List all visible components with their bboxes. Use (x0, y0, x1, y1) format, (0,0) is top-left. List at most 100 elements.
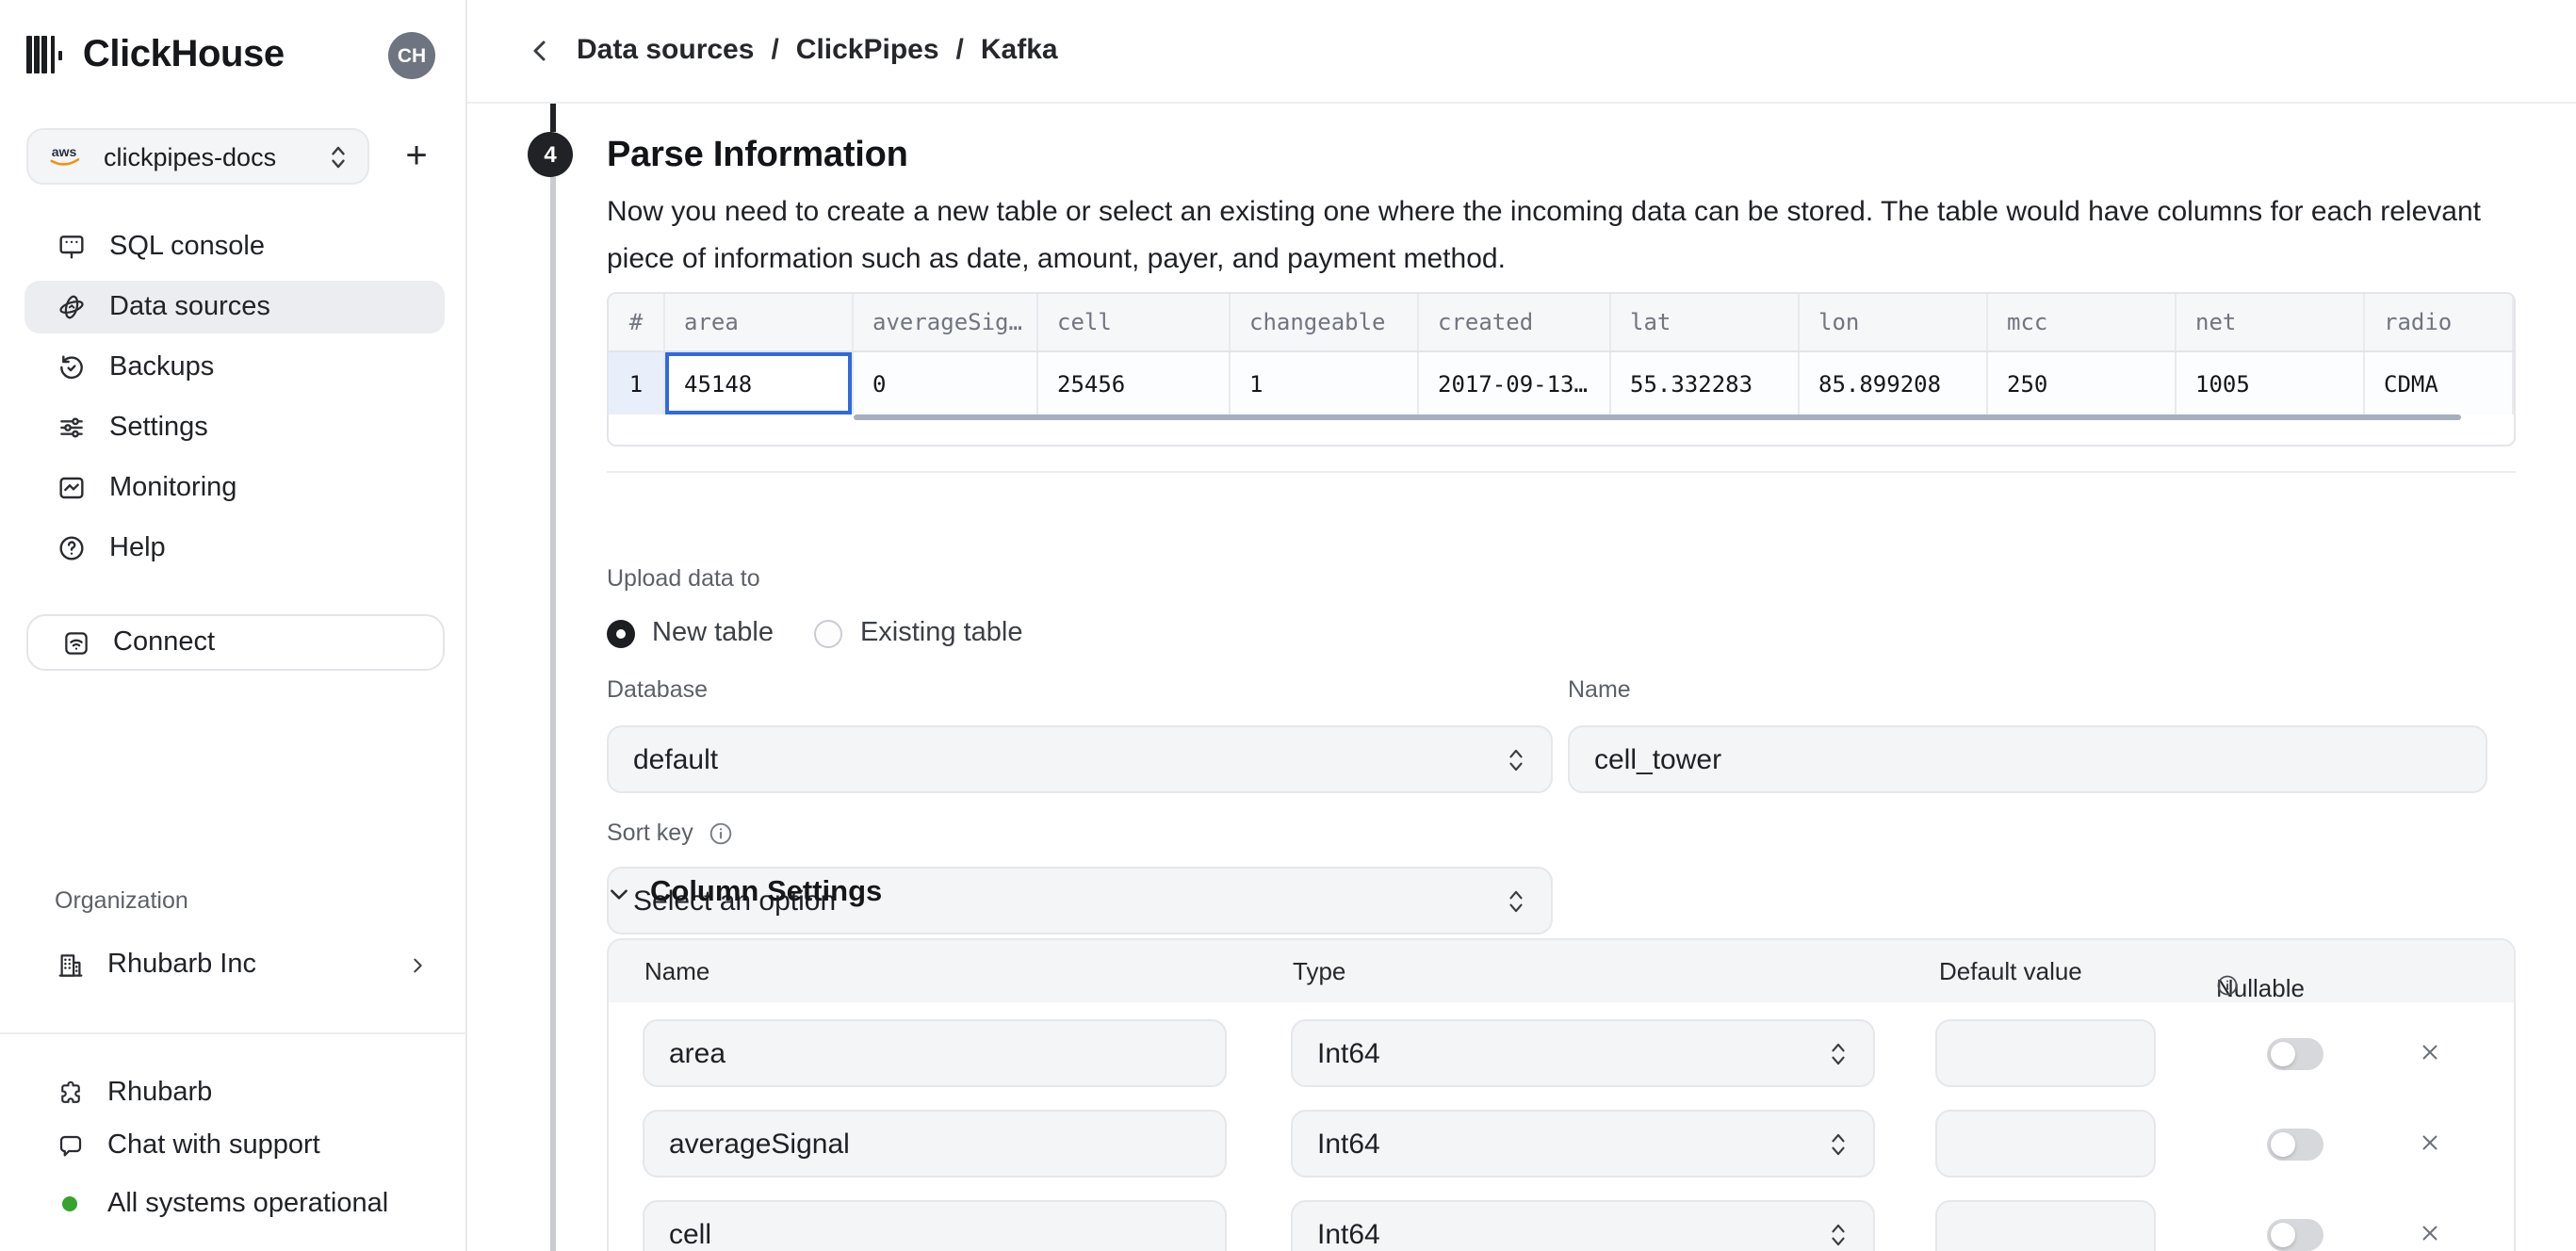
toggle-knob (2271, 1223, 2295, 1247)
sidebar-item-label: Help (109, 533, 166, 563)
clickhouse-logo-icon (26, 36, 66, 73)
service-selector[interactable]: aws clickpipes-docs (26, 128, 369, 185)
help-icon (57, 533, 87, 563)
database-select[interactable]: default (607, 725, 1553, 793)
radio-selected-icon (607, 619, 635, 647)
cell-cell[interactable]: 25456 (1038, 352, 1231, 414)
cell-averagesignal[interactable]: 0 (854, 352, 1038, 414)
column-row-cell: cell Int64 (609, 1200, 2514, 1251)
column-header-averagesignal[interactable]: averageSig… (854, 294, 1038, 350)
connect-button[interactable]: Connect (26, 614, 445, 671)
sidebar-item-rhubarb[interactable]: Rhubarb (24, 1066, 445, 1119)
toggle-knob (2271, 1042, 2295, 1066)
column-header-mcc[interactable]: mcc (1988, 294, 2177, 350)
remove-column-icon[interactable] (2418, 1221, 2442, 1245)
sidebar-item-label: SQL console (109, 232, 265, 262)
column-type-select[interactable]: Int64 (1291, 1110, 1875, 1178)
cell-created[interactable]: 2017-09-13… (1419, 352, 1611, 414)
breadcrumb-clickpipes[interactable]: ClickPipes (796, 34, 939, 66)
column-name-input[interactable]: cell (643, 1200, 1227, 1251)
column-type-select[interactable]: Int64 (1291, 1200, 1875, 1251)
column-type-select[interactable]: Int64 (1291, 1019, 1875, 1087)
sidebar-item-monitoring[interactable]: Monitoring (24, 462, 445, 514)
column-settings-title: Column Settings (650, 876, 882, 910)
column-default-input[interactable] (1935, 1110, 2156, 1178)
cell-area-selected[interactable]: 45148 (665, 352, 854, 414)
cell-net[interactable]: 1005 (2177, 352, 2365, 414)
remove-column-icon[interactable] (2418, 1130, 2442, 1155)
sidebar-item-label: Monitoring (109, 473, 236, 503)
chevron-right-icon (407, 954, 428, 975)
horizontal-scrollbar[interactable] (854, 414, 2461, 420)
column-header-created[interactable]: created (1419, 294, 1611, 350)
column-row-area: area Int64 (609, 1019, 2514, 1087)
column-name-input[interactable]: area (643, 1019, 1227, 1087)
cell-lat[interactable]: 55.332283 (1611, 352, 1800, 414)
integrations-puzzle-icon (57, 1079, 85, 1107)
sidebar-item-backups[interactable]: Backups (24, 341, 445, 394)
chevron-up-down-icon (328, 142, 349, 171)
header-default-value: Default value (1939, 957, 2082, 985)
monitoring-chart-icon (57, 473, 87, 503)
column-header-net[interactable]: net (2177, 294, 2365, 350)
sidebar-item-sql-console[interactable]: SQL console (24, 220, 445, 273)
column-header-lon[interactable]: lon (1800, 294, 1988, 350)
sidebar-item-chat-support[interactable]: Chat with support (24, 1119, 445, 1172)
database-label: Database (607, 676, 708, 703)
column-name-value: averageSignal (669, 1128, 1200, 1160)
cell-radio[interactable]: CDMA (2365, 352, 2514, 414)
clickhouse-cloud-app: ClickHouse CH aws clickpipes-docs + SQL … (0, 0, 2576, 1251)
nullable-toggle-off[interactable] (2267, 1219, 2323, 1251)
radio-existing-table[interactable]: Existing table (815, 618, 1023, 648)
system-status-label: All systems operational (107, 1189, 388, 1219)
clickhouse-logo[interactable]: ClickHouse (26, 30, 285, 79)
column-header-lat[interactable]: lat (1611, 294, 1800, 350)
chevron-up-down-icon (1506, 745, 1526, 773)
column-settings-toggle[interactable]: Column Settings (607, 876, 882, 910)
remove-column-icon[interactable] (2418, 1040, 2442, 1064)
column-default-input[interactable] (1935, 1200, 2156, 1251)
column-header-changeable[interactable]: changeable (1231, 294, 1419, 350)
service-name: clickpipes-docs (104, 142, 328, 171)
svg-text:aws: aws (52, 144, 77, 159)
user-avatar[interactable]: CH (388, 32, 435, 79)
parse-information-section: Parse Information Now you need to create… (467, 104, 2576, 1251)
info-icon[interactable] (2216, 974, 2239, 997)
data-preview-table: # area averageSig… cell changeable creat… (607, 292, 2516, 447)
column-default-input[interactable] (1935, 1019, 2156, 1087)
nullable-toggle-off[interactable] (2267, 1129, 2323, 1161)
column-header-area[interactable]: area (665, 294, 854, 350)
add-service-button[interactable]: + (392, 132, 441, 181)
sql-console-icon (57, 232, 87, 262)
column-header-radio[interactable]: radio (2365, 294, 2514, 350)
column-header-cell[interactable]: cell (1038, 294, 1231, 350)
system-status-row[interactable]: All systems operational (24, 1178, 445, 1230)
radio-unselected-icon (815, 619, 843, 647)
column-name-value: area (669, 1037, 1200, 1069)
sidebar-item-help[interactable]: Help (24, 522, 445, 575)
organization-label: Organization (55, 887, 188, 914)
breadcrumb-kafka[interactable]: Kafka (981, 34, 1058, 66)
chevron-up-down-icon (1828, 1220, 1849, 1248)
column-name-input[interactable]: averageSignal (643, 1110, 1227, 1178)
sidebar-item-label: Data sources (109, 292, 270, 322)
info-icon[interactable] (709, 820, 733, 845)
column-type-value: Int64 (1317, 1128, 1828, 1160)
cell-changeable[interactable]: 1 (1231, 352, 1419, 414)
breadcrumb-data-sources[interactable]: Data sources (577, 34, 754, 66)
radio-new-table[interactable]: New table (607, 618, 774, 648)
organization-row[interactable]: Rhubarb Inc (24, 938, 445, 991)
sidebar-item-settings[interactable]: Settings (24, 401, 445, 454)
chevron-up-down-icon (1506, 886, 1526, 915)
cell-lon[interactable]: 85.899208 (1800, 352, 1988, 414)
chat-bubble-icon (57, 1131, 85, 1160)
nullable-toggle-off[interactable] (2267, 1038, 2323, 1070)
column-type-value: Int64 (1317, 1037, 1828, 1069)
back-chevron-icon[interactable] (524, 34, 558, 68)
rhubarb-label: Rhubarb (107, 1078, 212, 1108)
cell-mcc[interactable]: 250 (1988, 352, 2177, 414)
toggle-knob (2271, 1132, 2295, 1157)
sort-key-label: Sort key (607, 820, 693, 846)
sidebar-item-data-sources[interactable]: Data sources (24, 281, 445, 333)
table-name-input[interactable]: cell_tower (1568, 725, 2487, 793)
